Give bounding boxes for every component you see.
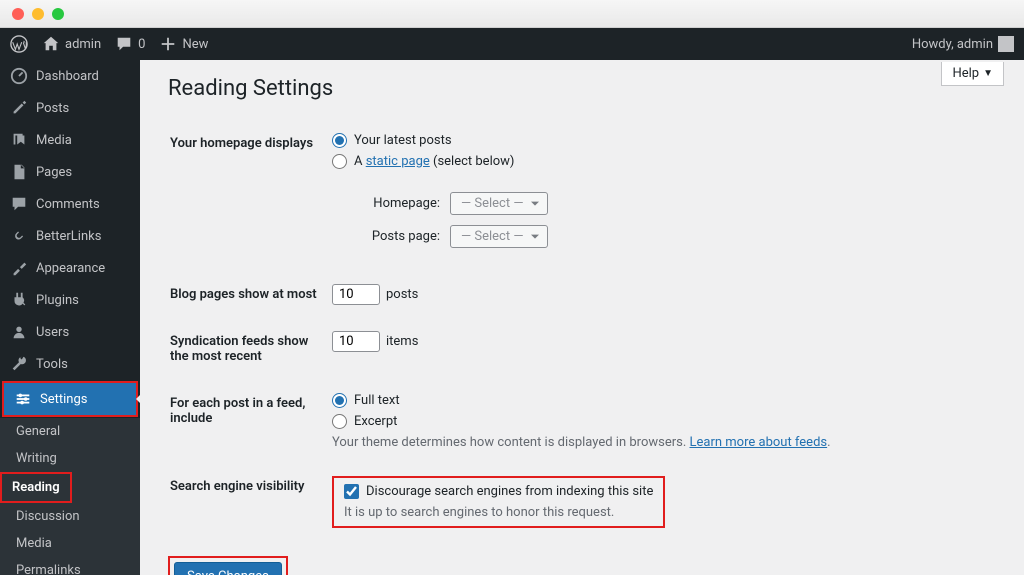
new-label: New xyxy=(182,37,208,52)
radio-excerpt-label: Excerpt xyxy=(354,414,397,429)
maximize-icon[interactable] xyxy=(52,8,64,20)
learn-feeds-link[interactable]: Learn more about feeds xyxy=(690,435,828,450)
se-visibility-desc: It is up to search engines to honor this… xyxy=(344,505,653,520)
sidebar-item-label: Pages xyxy=(36,165,72,180)
homepage-select[interactable]: — Select — xyxy=(450,192,548,215)
sidebar-item-label: Media xyxy=(36,133,72,148)
se-visibility-highlight: Discourage search engines from indexing … xyxy=(332,476,665,528)
site-home-link[interactable]: admin xyxy=(42,35,101,53)
site-name: admin xyxy=(65,37,101,52)
syndication-input[interactable] xyxy=(332,331,380,352)
main-content: Help▼ Reading Settings Your homepage dis… xyxy=(140,60,1024,575)
sidebar-item-posts[interactable]: Posts xyxy=(0,92,140,124)
submenu-writing[interactable]: Writing xyxy=(0,445,140,472)
settings-submenu: General Writing Reading Discussion Media… xyxy=(0,418,140,575)
blog-pages-unit: posts xyxy=(386,287,418,302)
chevron-down-icon: ▼ xyxy=(983,68,993,79)
admin-bar: admin 0 New Howdy, admin xyxy=(0,28,1024,60)
feed-description: Your theme determines how content is dis… xyxy=(332,435,1002,450)
howdy-account[interactable]: Howdy, admin xyxy=(912,36,1014,52)
sidebar-item-label: Dashboard xyxy=(36,69,99,84)
static-page-link[interactable]: static page xyxy=(366,154,430,169)
howdy-text: Howdy, admin xyxy=(912,37,993,52)
radio-latest-posts-label: Your latest posts xyxy=(354,133,452,148)
new-content-link[interactable]: New xyxy=(159,35,208,53)
help-tab[interactable]: Help▼ xyxy=(941,62,1004,86)
sidebar-item-label: Plugins xyxy=(36,293,79,308)
sidebar-item-label: Appearance xyxy=(36,261,105,276)
blog-pages-input[interactable] xyxy=(332,284,380,305)
avatar xyxy=(998,36,1014,52)
submenu-discussion[interactable]: Discussion xyxy=(0,503,140,530)
se-visibility-label: Search engine visibility xyxy=(170,464,330,540)
checkbox-discourage-indexing[interactable] xyxy=(344,484,359,499)
radio-excerpt[interactable] xyxy=(332,414,347,429)
homepage-displays-label: Your homepage displays xyxy=(170,121,330,270)
sidebar-item-media[interactable]: Media xyxy=(0,124,140,156)
page-title: Reading Settings xyxy=(168,76,1004,101)
submenu-reading[interactable]: Reading xyxy=(2,474,70,501)
radio-full-text[interactable] xyxy=(332,393,347,408)
sidebar-item-plugins[interactable]: Plugins xyxy=(0,284,140,316)
sidebar-item-dashboard[interactable]: Dashboard xyxy=(0,60,140,92)
sidebar-item-comments[interactable]: Comments xyxy=(0,188,140,220)
comment-icon xyxy=(115,35,133,53)
admin-sidebar: Dashboard Posts Media Pages Comments Bet… xyxy=(0,60,140,575)
plus-icon xyxy=(159,35,177,53)
syndication-unit: items xyxy=(386,334,418,349)
syndication-label: Syndication feeds show the most recent xyxy=(170,319,330,379)
sidebar-item-label: BetterLinks xyxy=(36,229,101,244)
sidebar-item-settings[interactable]: Settings xyxy=(4,383,136,415)
checkbox-discourage-label: Discourage search engines from indexing … xyxy=(366,484,653,499)
save-changes-button[interactable]: Save Changes xyxy=(174,562,282,575)
sidebar-item-label: Posts xyxy=(36,101,69,116)
close-icon[interactable] xyxy=(12,8,24,20)
sidebar-item-users[interactable]: Users xyxy=(0,316,140,348)
wp-logo-icon[interactable] xyxy=(10,35,28,53)
submenu-media[interactable]: Media xyxy=(0,530,140,557)
blog-pages-label: Blog pages show at most xyxy=(170,272,330,317)
submenu-general[interactable]: General xyxy=(0,418,140,445)
radio-full-text-label: Full text xyxy=(354,393,400,408)
postspage-select[interactable]: — Select — xyxy=(450,225,548,248)
comments-link[interactable]: 0 xyxy=(115,35,145,53)
sidebar-item-tools[interactable]: Tools xyxy=(0,348,140,380)
sidebar-item-label: Comments xyxy=(36,197,100,212)
homepage-select-label: Homepage: xyxy=(362,196,440,211)
minimize-icon[interactable] xyxy=(32,8,44,20)
feed-include-label: For each post in a feed, include xyxy=(170,381,330,462)
sidebar-item-label: Tools xyxy=(36,357,68,372)
postspage-select-label: Posts page: xyxy=(362,229,440,244)
sidebar-item-label: Settings xyxy=(40,392,87,407)
radio-latest-posts[interactable] xyxy=(332,133,347,148)
sidebar-item-betterlinks[interactable]: BetterLinks xyxy=(0,220,140,252)
submenu-permalinks[interactable]: Permalinks xyxy=(0,557,140,575)
sidebar-item-appearance[interactable]: Appearance xyxy=(0,252,140,284)
sidebar-item-pages[interactable]: Pages xyxy=(0,156,140,188)
home-icon xyxy=(42,35,60,53)
macos-titlebar xyxy=(0,0,1024,28)
comments-count: 0 xyxy=(138,37,145,52)
radio-static-page-label: A static page (select below) xyxy=(354,154,514,169)
sidebar-item-label: Users xyxy=(36,325,69,340)
radio-static-page[interactable] xyxy=(332,154,347,169)
